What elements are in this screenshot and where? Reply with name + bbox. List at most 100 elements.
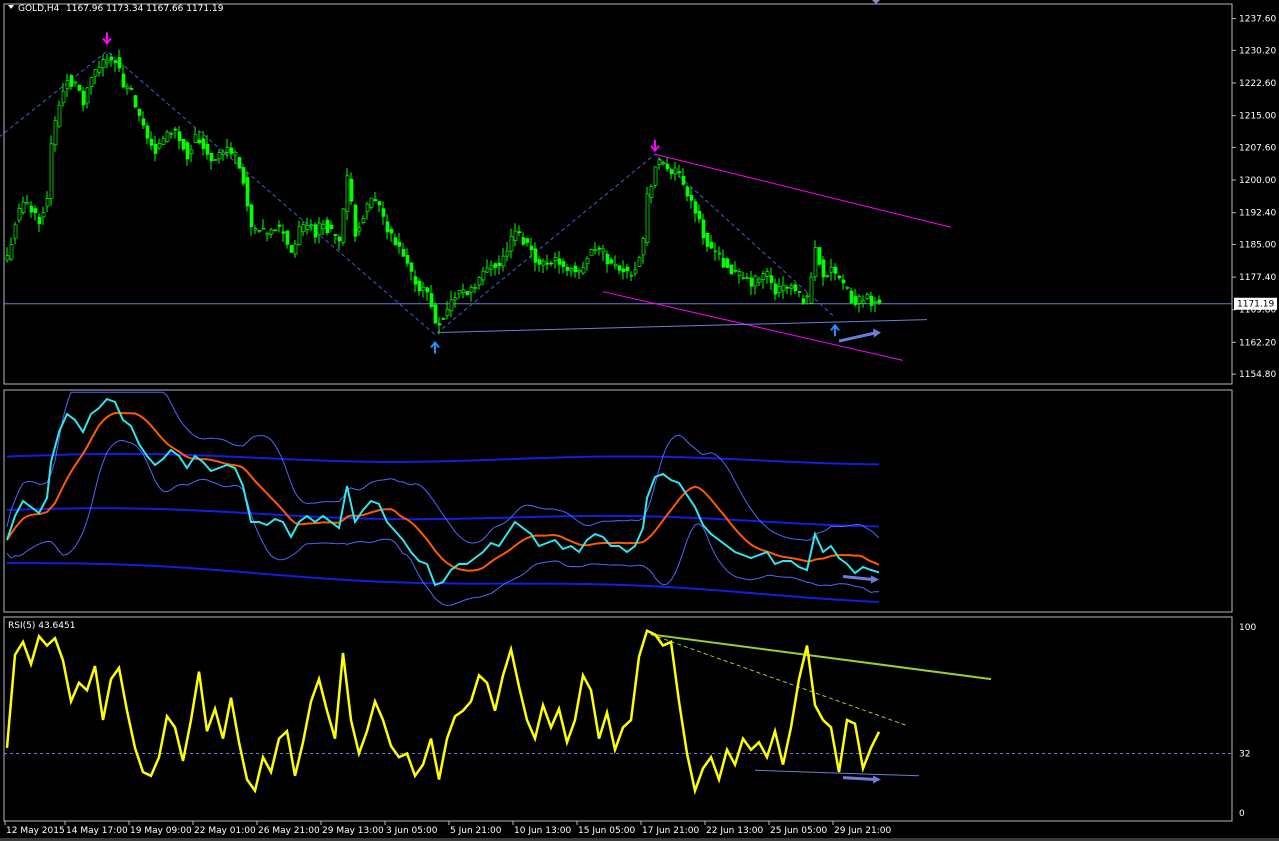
candle-body <box>81 90 86 106</box>
candle-body <box>373 199 378 202</box>
candle-body <box>477 277 482 286</box>
candle-body <box>177 131 182 142</box>
candle-body <box>573 265 578 273</box>
candle-body <box>45 198 50 207</box>
current-price-label: 1171.19 <box>1234 297 1277 310</box>
ohlc-readout: 1167.96 1173.34 1167.66 1171.19 <box>66 4 224 14</box>
candle-body <box>669 169 674 174</box>
candle-body <box>525 238 530 243</box>
candle-body <box>813 247 818 277</box>
candle-body <box>313 224 318 238</box>
candle-body <box>617 265 622 271</box>
candle-body <box>593 249 598 252</box>
candle-body <box>701 219 706 239</box>
candle-body <box>433 304 438 324</box>
rsi-tick-label: 32 <box>1239 749 1250 759</box>
candle-body <box>5 255 10 261</box>
candle-body <box>337 236 342 242</box>
candle-body <box>785 286 790 289</box>
candle-body <box>473 287 478 289</box>
rsi-label: RSI(5) 43.6451 <box>8 621 75 631</box>
candle-body <box>305 224 310 231</box>
candle-body <box>621 268 626 273</box>
candle-body <box>805 295 810 298</box>
price-tick-label: 1154.80 <box>1239 370 1276 380</box>
candle-body <box>561 261 566 267</box>
trading-chart[interactable]: GOLD,H4 1167.96 1173.34 1167.66 1171.19 … <box>0 0 1279 841</box>
candle-body <box>861 300 866 304</box>
candle-body <box>465 291 470 296</box>
candle-body <box>533 248 538 263</box>
candle-body <box>725 258 730 268</box>
candle-body <box>21 201 26 213</box>
price-tick-label: 1230.20 <box>1239 46 1276 56</box>
candle-body <box>109 56 114 61</box>
candle-body <box>801 298 806 304</box>
candle-body <box>521 237 526 245</box>
candle-body <box>389 228 394 234</box>
candle-body <box>565 266 570 271</box>
candle-body <box>113 60 118 63</box>
candle-body <box>213 159 218 161</box>
candle-body <box>301 224 306 233</box>
candle-body <box>293 243 298 255</box>
symbol-label: GOLD,H4 <box>18 4 60 14</box>
chart-shift-marker-icon[interactable] <box>872 0 880 4</box>
candle-body <box>517 231 522 234</box>
candle-body <box>761 273 766 280</box>
candle-body <box>765 271 770 277</box>
candle-body <box>773 283 778 295</box>
time-axis: 12 May 2015 14 May 17:00 19 May 09:00 22 Ma… <box>4 821 891 836</box>
candle-body <box>393 237 398 246</box>
candle-body <box>397 241 402 247</box>
candle-body <box>833 266 838 274</box>
candle-body <box>261 227 266 230</box>
candle-body <box>665 163 670 170</box>
candle-body <box>481 270 486 281</box>
candle-body <box>797 291 802 293</box>
candle-body <box>413 276 418 285</box>
time-tick-label: 26 May 21:00 <box>258 826 320 836</box>
candle-body <box>233 151 238 156</box>
candle-body <box>385 221 390 233</box>
candle-body <box>369 197 374 208</box>
candle-body <box>709 241 714 249</box>
candle-body <box>37 216 42 225</box>
candle-body <box>689 194 694 201</box>
current-price-value: 1171.19 <box>1237 300 1274 310</box>
candle-body <box>769 275 774 283</box>
candle-body <box>549 262 554 265</box>
price-tick-label: 1215.00 <box>1239 112 1276 122</box>
candle-body <box>297 226 302 245</box>
candle-body <box>425 287 430 293</box>
candle-body <box>633 269 638 274</box>
price-tick-label: 1207.60 <box>1239 143 1276 153</box>
candle-body <box>541 260 546 266</box>
candle-body <box>149 138 154 146</box>
candle-body <box>753 275 758 287</box>
candle-body <box>245 177 250 207</box>
candle-body <box>729 264 734 275</box>
candle-body <box>257 230 262 232</box>
candle-body <box>677 171 682 174</box>
time-tick-label: 19 May 09:00 <box>130 826 192 836</box>
candle-body <box>453 297 458 301</box>
candle-body <box>705 232 710 247</box>
candle-body <box>13 224 18 239</box>
candle-body <box>653 166 658 186</box>
candle-body <box>825 275 830 277</box>
candle-body <box>629 274 634 277</box>
candle-body <box>153 143 158 154</box>
candle-body <box>117 57 122 69</box>
candle-body <box>657 159 662 165</box>
candle-body <box>317 222 322 235</box>
candle-body <box>25 201 30 205</box>
candle-body <box>857 296 862 304</box>
candle-body <box>137 108 142 116</box>
candle-body <box>737 270 742 276</box>
candle-body <box>577 270 582 273</box>
candle-body <box>329 224 334 230</box>
candle-body <box>197 139 202 144</box>
price-tick-label: 1222.60 <box>1239 79 1276 89</box>
candle-body <box>613 263 618 267</box>
